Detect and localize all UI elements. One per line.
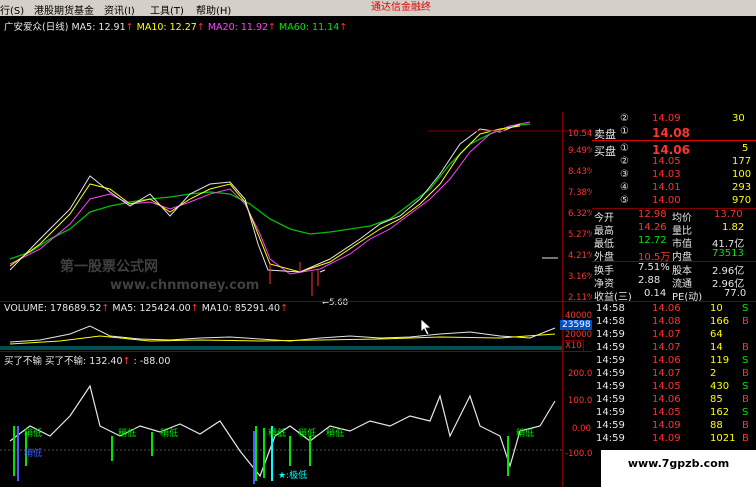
indicator-bottom-label: ★:极低	[278, 471, 308, 481]
indicator-label: 稍低	[24, 449, 43, 459]
ytick-pct: 7.38%	[568, 188, 596, 198]
menu-item-news[interactable]: 资讯(I)	[104, 2, 135, 17]
low-marker: ←5.68	[322, 298, 349, 308]
tick-row: 14:59 14.07 14 B	[596, 342, 749, 353]
indicator-label: 稍低	[24, 429, 43, 439]
stat-row: 净资 2.88 流通 2.96亿	[594, 275, 745, 290]
tick-row: 14:59 14.05 430 S	[596, 381, 749, 392]
tick-row: 14:58 14.08 166 B	[596, 316, 749, 327]
buy-level-4: ④ 14.01 293	[620, 182, 752, 193]
stat-row: 外盘 10.5万 内盘 73513	[594, 248, 744, 263]
indicator-label: 稍低	[516, 429, 535, 439]
corner-watermark: www.7gpzb.com	[601, 450, 756, 487]
stat-row: 最高 14.26 量比 1.82	[594, 222, 745, 237]
sell-level-2: ② 14.09 30	[620, 113, 745, 124]
mouse-cursor-icon	[420, 318, 433, 336]
tick-row: 14:59 14.09 88 B	[596, 420, 749, 431]
menu-item-help[interactable]: 帮助(H)	[196, 2, 231, 17]
ytick-pct: 8.43%	[568, 167, 596, 177]
stat-row: 最低 12.72 市值 41.7亿	[594, 235, 745, 250]
tick-row: 14:59 14.06 85 B	[596, 394, 749, 405]
ytick-pct: 4.21%	[568, 251, 596, 261]
buy-level-2: ② 14.05 177	[620, 156, 752, 167]
volume-ma5: MA5: 125424.00	[112, 303, 191, 314]
tick-row: 14:59 14.09 1021 B	[596, 433, 749, 444]
brand-label: 通达信金融终	[371, 2, 431, 13]
indicator-tick: 0.00	[572, 424, 591, 434]
indicator-label: 稍低	[298, 429, 317, 439]
ytick-pct: 9.49%	[568, 146, 596, 156]
ytick-pct: 3.16%	[568, 272, 596, 282]
price-ma10: MA10: 12.27	[136, 22, 197, 33]
tick-row: 14:59 14.05 162 S	[596, 407, 749, 418]
price-ma20: MA20: 11.92	[207, 22, 269, 33]
indicator-label: 稍低	[326, 429, 345, 439]
indicator-label: 稍低	[160, 429, 179, 439]
price-title: 广安爱众(日线)	[4, 22, 69, 33]
tick-row: 14:59 14.06 119 S	[596, 355, 749, 366]
volume-legend: VOLUME: 178689.52↑ MA5: 125424.00↑ MA10:…	[4, 303, 289, 314]
buy-level-3: ③ 14.03 100	[620, 169, 752, 180]
stat-row: 收益(三) 0.14 PE(动) 77.0	[594, 288, 747, 303]
stat-row: 今开 12.98 均价 13.70	[594, 209, 743, 224]
watermark-url: www.chnmoney.com	[110, 278, 260, 293]
menu-item-trade[interactable]: 行(S)	[0, 2, 24, 17]
tick-row: 14:58 14.06 10 S	[596, 303, 749, 314]
indicator-label: 稍低	[268, 429, 287, 439]
indicator-legend: 买了不输 买了不输: 132.40↑ : -88.00	[4, 356, 171, 367]
menu-bar: 行(S) 港股期货基金 资讯(I) 工具(T) 帮助(H) 通达信金融终	[0, 0, 756, 17]
stat-row: 换手 7.51% 股本 2.96亿	[594, 262, 745, 277]
tick-row: 14:59 14.07 64	[596, 329, 723, 340]
price-ma5: MA5: 12.91	[71, 22, 126, 33]
buy-level-1: 买盘 ① 14.06 5	[594, 143, 749, 158]
menu-item-tools[interactable]: 工具(T)	[150, 2, 184, 17]
price-ma60: MA60: 11.14	[279, 22, 340, 33]
volume-bars	[0, 325, 562, 350]
ytick-pct: 5.27%	[568, 230, 596, 240]
volume-value: VOLUME: 178689.52	[4, 303, 102, 314]
axis-divider	[562, 112, 563, 487]
volume-tick: 20000	[565, 330, 593, 340]
volume-highlight: 23598	[560, 320, 593, 330]
watermark-cn: 第一股票公式网	[60, 259, 158, 275]
tick-row: 14:59 14.07 2 B	[596, 368, 749, 379]
sell-level-1: 卖盘 ① 14.08	[594, 126, 690, 141]
panel-divider	[0, 301, 592, 302]
ytick-pct: 6.32%	[568, 209, 596, 219]
panel-divider	[0, 351, 592, 352]
price-legend: 广安爱众(日线) MA5: 12.91↑ MA10: 12.27↑ MA20: …	[4, 22, 348, 33]
quote-panel: ② 14.09 30 卖盘 ① 14.08 买盘 ① 14.06 5 ② 14.…	[592, 112, 756, 487]
buy-level-5: ⑤ 14.00 970	[620, 195, 752, 206]
chart-area[interactable]: 广安爱众(日线) MA5: 12.91↑ MA10: 12.27↑ MA20: …	[0, 16, 600, 487]
volume-ma10: MA10: 85291.40	[201, 303, 281, 314]
indicator-label: 稍低	[118, 429, 137, 439]
menu-item-hk-futures[interactable]: 港股期货基金	[34, 2, 94, 17]
